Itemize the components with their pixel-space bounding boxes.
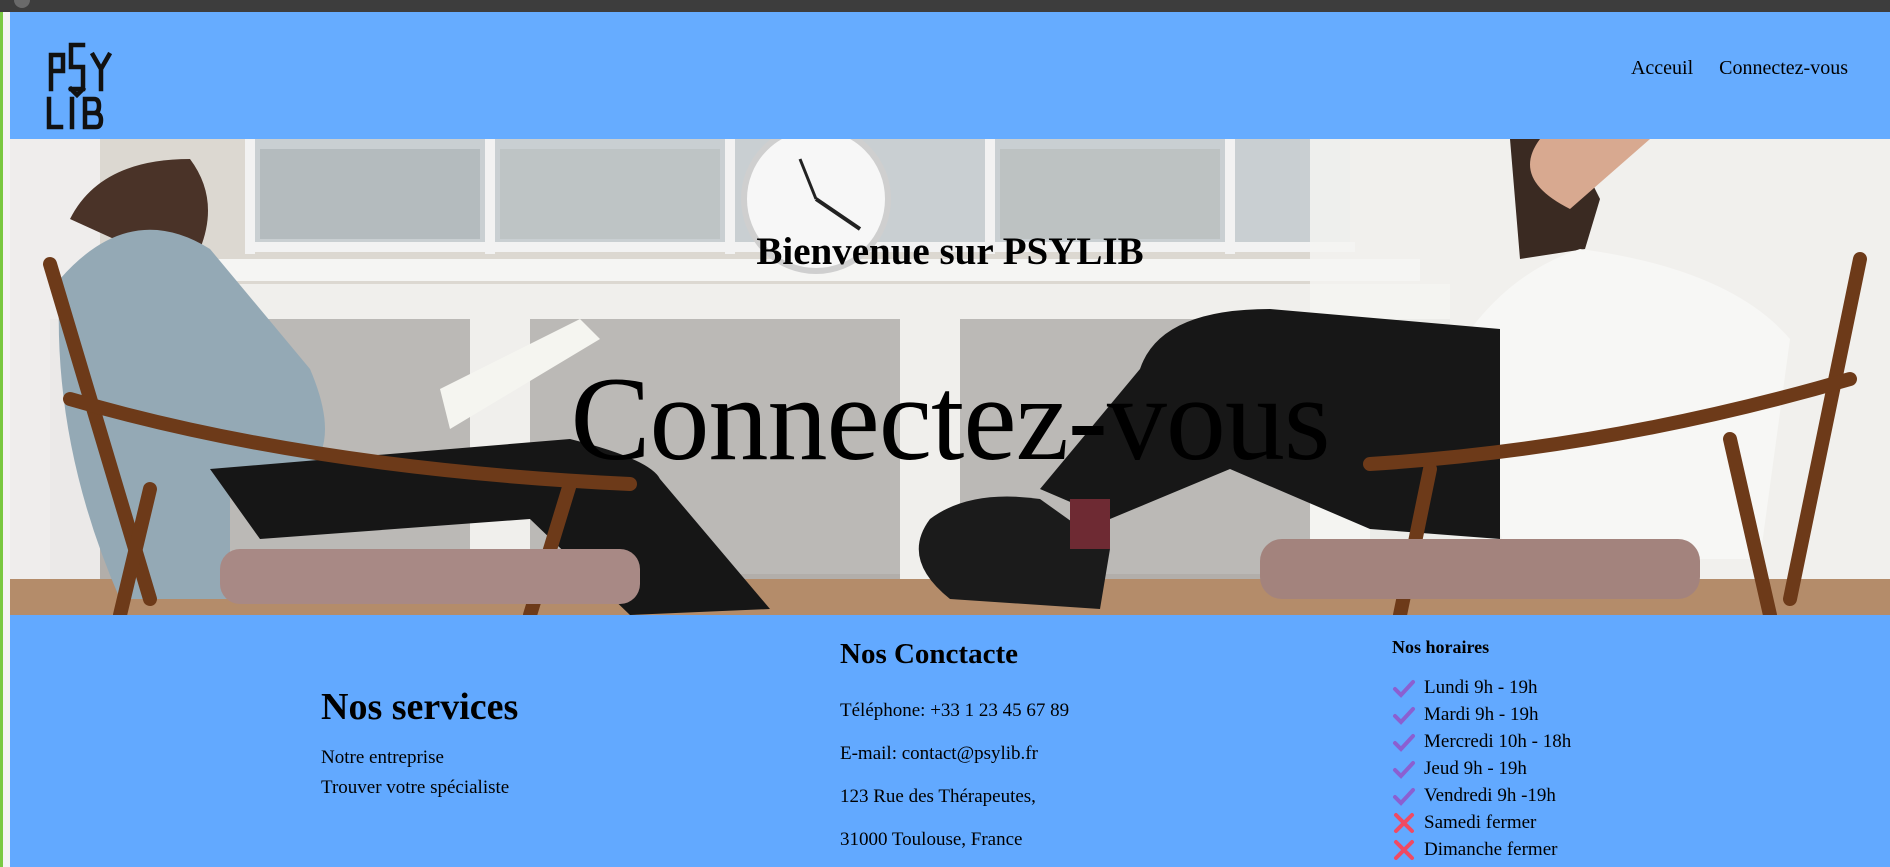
check-icon	[1393, 760, 1415, 779]
hero-banner: Bienvenue sur PSYLIB Connectez-vous	[10, 139, 1890, 615]
check-icon	[1393, 787, 1415, 806]
services-link-entreprise[interactable]: Notre entreprise	[321, 743, 518, 773]
contact-address-line1: 123 Rue des Thérapeutes,	[840, 786, 1036, 807]
check-icon	[1393, 679, 1415, 698]
hours-label: Jeud 9h - 19h	[1424, 758, 1527, 779]
hero-welcome-heading: Bienvenue sur PSYLIB	[756, 230, 1144, 273]
browser-top-strip	[0, 0, 1890, 12]
contact-phone: Téléphone: +33 1 23 45 67 89	[840, 700, 1070, 721]
psylib-logo[interactable]	[43, 37, 123, 132]
cross-icon	[1394, 839, 1414, 860]
hours-label: Lundi 9h - 19h	[1424, 677, 1538, 698]
hours-item: Jeud 9h - 19h	[1392, 755, 1571, 782]
hours-item: Mardi 9h - 19h	[1392, 701, 1571, 728]
nav-accueil-link[interactable]: Acceuil	[1631, 57, 1693, 80]
tab-icon	[14, 0, 30, 8]
hours-label: Mardi 9h - 19h	[1424, 704, 1539, 725]
hours-section: Nos horaires Lundi 9h - 19h Mardi 9h - 1…	[1392, 637, 1571, 863]
hours-heading: Nos horaires	[1392, 637, 1490, 657]
hours-label: Samedi fermer	[1424, 812, 1537, 833]
site-header: Acceuil Connectez-vous	[10, 12, 1890, 139]
services-heading: Nos services	[321, 686, 519, 728]
services-link-specialiste[interactable]: Trouver votre spécialiste	[321, 773, 518, 803]
main-nav: Acceuil Connectez-vous	[1631, 57, 1848, 80]
hours-item: Vendredi 9h -19h	[1392, 782, 1571, 809]
hours-item: Samedi fermer	[1392, 809, 1571, 836]
hours-list: Lundi 9h - 19h Mardi 9h - 19h Mercredi 1…	[1392, 674, 1571, 863]
hours-label: Dimanche fermer	[1424, 839, 1558, 860]
site-footer: Nos services Notre entreprise Trouver vo…	[10, 615, 1890, 867]
contact-section: Nos Conctacte Téléphone: +33 1 23 45 67 …	[840, 638, 1069, 861]
contact-email: E-mail: contact@psylib.fr	[840, 743, 1038, 764]
hours-item: Lundi 9h - 19h	[1392, 674, 1571, 701]
cross-icon	[1394, 812, 1414, 833]
check-icon	[1393, 706, 1415, 725]
hours-label: Vendredi 9h -19h	[1424, 785, 1556, 806]
nav-connectez-vous-link[interactable]: Connectez-vous	[1719, 57, 1848, 80]
check-icon	[1393, 733, 1415, 752]
hours-item: Mercredi 10h - 18h	[1392, 728, 1571, 755]
hours-item: Dimanche fermer	[1392, 836, 1571, 863]
hours-label: Mercredi 10h - 18h	[1424, 731, 1572, 752]
contact-address-line2: 31000 Toulouse, France	[840, 829, 1023, 850]
hero-login-title[interactable]: Connectez-vous	[10, 359, 1890, 479]
contact-heading: Nos Conctacte	[840, 638, 1018, 670]
services-section: Nos services Notre entreprise Trouver vo…	[321, 685, 518, 803]
window-left-margin	[3, 12, 10, 867]
